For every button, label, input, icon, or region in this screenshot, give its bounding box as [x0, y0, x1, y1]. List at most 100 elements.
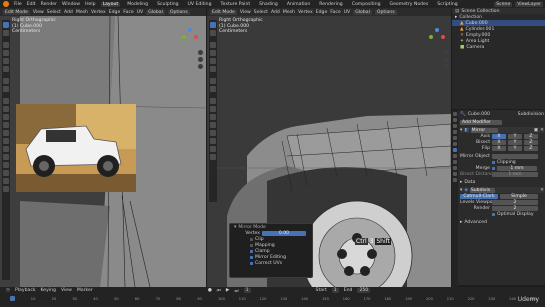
catmull-clark-toggle[interactable]: Catmull-Clark	[460, 193, 498, 199]
end-frame-field[interactable]: 250	[357, 288, 371, 293]
bisect-z-toggle[interactable]: Z	[524, 139, 538, 145]
current-frame-field[interactable]: 1	[243, 288, 251, 293]
center-menu-view[interactable]: View	[240, 10, 251, 15]
shear-icon[interactable]	[3, 178, 9, 184]
axis-x-toggle[interactable]: X	[492, 133, 506, 139]
gizmo-x-icon[interactable]	[194, 35, 198, 39]
frame-ruler[interactable]: 0102030405060708090100110120130140150160…	[10, 297, 540, 305]
tab-sculpting[interactable]: Sculpting	[155, 2, 180, 7]
center-options-button[interactable]: Options	[374, 9, 397, 15]
start-frame-field[interactable]: 1	[331, 288, 339, 293]
data-tab-icon[interactable]	[453, 172, 457, 176]
left-pan-icon[interactable]	[198, 57, 203, 62]
axis-y-toggle[interactable]: Y	[508, 133, 522, 139]
menu-window[interactable]: Window	[62, 2, 80, 7]
center-bevel-icon[interactable]	[210, 114, 216, 120]
tab-shading[interactable]: Shading	[257, 2, 280, 7]
chevron-down-icon[interactable]: ▾	[234, 225, 236, 230]
tab-scripting[interactable]: Scripting	[435, 2, 459, 7]
flip-z-toggle[interactable]: Z	[524, 145, 538, 151]
annotate-icon[interactable]	[3, 78, 9, 84]
left-menu-edge[interactable]: Edge	[109, 10, 121, 15]
rip-region-icon[interactable]	[3, 186, 9, 192]
physics-tab-icon[interactable]	[453, 160, 457, 164]
mirror-editing-checkbox[interactable]	[250, 255, 253, 259]
scale-icon[interactable]	[3, 58, 9, 64]
center-move-icon[interactable]	[210, 42, 216, 48]
tab-animation[interactable]: Animation	[285, 2, 312, 7]
tab-uv-editing[interactable]: UV Editing	[186, 2, 214, 7]
center-navigation-gizmo[interactable]	[429, 28, 445, 44]
smooth-icon[interactable]	[3, 154, 9, 160]
center-menu-vertex[interactable]: Vertex	[298, 10, 313, 15]
center-annotate-icon[interactable]	[210, 78, 216, 84]
center-mode-selector[interactable]: Edit Mode	[210, 9, 237, 15]
poly-build-icon[interactable]	[3, 138, 9, 144]
advanced-expand-icon[interactable]: ▸	[460, 220, 462, 225]
render-tab-icon[interactable]	[453, 118, 457, 122]
left-mode-selector[interactable]: Edit Mode	[3, 9, 30, 15]
center-inset-icon[interactable]	[210, 106, 216, 112]
record-icon[interactable]: ●	[208, 288, 212, 293]
view-layer-selector[interactable]: ViewLayer	[515, 1, 543, 7]
gizmo-y-icon[interactable]	[182, 35, 186, 39]
playhead[interactable]	[10, 296, 15, 301]
mirror-editmode-icon[interactable]: ▣	[534, 128, 538, 133]
center-menu-uv[interactable]: UV	[344, 10, 351, 15]
tab-texture-paint[interactable]: Texture Paint	[219, 2, 253, 7]
add-modifier-button[interactable]: Add Modifier	[460, 119, 502, 125]
move-icon[interactable]	[3, 42, 9, 48]
center-knife-icon[interactable]	[210, 130, 216, 136]
merge-checkbox[interactable]	[492, 166, 495, 170]
timeline-menu-marker[interactable]: Marker	[77, 288, 93, 293]
left-menu-mesh[interactable]: Mesh	[76, 10, 88, 15]
menu-render[interactable]: Render	[41, 2, 57, 7]
center-gizmo-x-icon[interactable]	[441, 35, 445, 39]
tab-compositing[interactable]: Compositing	[350, 2, 383, 7]
transform-icon[interactable]	[3, 66, 9, 72]
tab-modeling[interactable]: Modeling	[125, 2, 150, 7]
menu-edit[interactable]: Edit	[27, 2, 36, 7]
tab-rendering[interactable]: Rendering	[317, 2, 344, 7]
spin-icon[interactable]	[3, 146, 9, 152]
popup-vertex-field[interactable]: 0.00	[262, 230, 306, 236]
left-menu-uv[interactable]: UV	[137, 10, 144, 15]
bisect-distance-field[interactable]: 1 mm	[492, 171, 538, 177]
jump-start-icon[interactable]: ⏮	[217, 288, 221, 294]
shrink-fatten-icon[interactable]	[3, 170, 9, 176]
left-navigation-gizmo[interactable]	[182, 28, 198, 44]
output-tab-icon[interactable]	[453, 124, 457, 128]
left-camera-icon[interactable]	[198, 64, 203, 69]
center-poly-build-icon[interactable]	[210, 138, 216, 144]
subdivision-close-icon[interactable]: ✕	[540, 188, 544, 193]
scene-tab-icon[interactable]	[453, 130, 457, 134]
center-loop-cut-icon[interactable]	[210, 122, 216, 128]
mirror-expand-icon[interactable]: ▾	[460, 128, 462, 133]
timeline-menu-view[interactable]: View	[61, 288, 72, 293]
left-menu-view[interactable]: View	[33, 10, 44, 15]
center-smooth-icon[interactable]	[210, 154, 216, 160]
extrude-icon[interactable]	[3, 98, 9, 104]
scene-selector[interactable]: Scene	[494, 1, 513, 7]
jump-end-icon[interactable]: ⏭	[234, 288, 238, 294]
center-transform-icon[interactable]	[210, 66, 216, 72]
center-camera-icon[interactable]	[443, 64, 448, 69]
center-spin-icon[interactable]	[210, 146, 216, 152]
edge-slide-icon[interactable]	[3, 162, 9, 168]
world-tab-icon[interactable]	[453, 136, 457, 140]
left-transform-orientation[interactable]: Global	[146, 9, 165, 15]
simple-toggle[interactable]: Simple	[500, 193, 538, 199]
center-cursor-icon[interactable]	[210, 30, 216, 36]
center-menu-face[interactable]: Face	[330, 10, 340, 15]
outliner-row-camera[interactable]: ■ Camera	[452, 44, 545, 50]
center-extrude-icon[interactable]	[210, 98, 216, 104]
tab-geometry-nodes[interactable]: Geometry Nodes	[388, 2, 431, 7]
tool-tab-icon[interactable]	[453, 112, 457, 116]
left-menu-face[interactable]: Face	[123, 10, 133, 15]
center-zoom-icon[interactable]	[443, 50, 448, 55]
bisect-x-toggle[interactable]: X	[492, 139, 506, 145]
left-menu-add[interactable]: Add	[64, 10, 73, 15]
subdivision-expand-icon[interactable]: ▾	[460, 188, 462, 193]
center-scale-icon[interactable]	[210, 58, 216, 64]
left-menu-vertex[interactable]: Vertex	[91, 10, 106, 15]
